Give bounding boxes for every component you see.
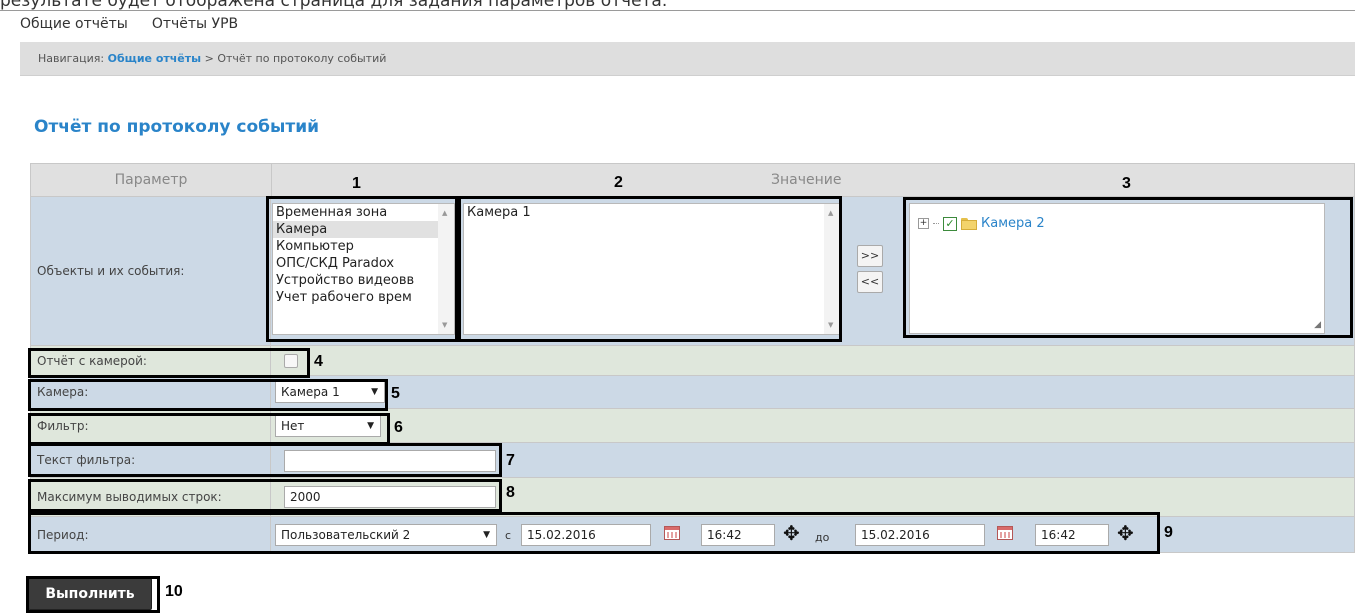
move-right-button[interactable]: >> [857, 245, 883, 267]
checkbox-icon[interactable]: ✓ [943, 216, 957, 231]
dropdown-arrow-icon: ▼ [371, 387, 378, 397]
period-label: Период: [31, 517, 271, 552]
camera-row: Камера: Камера 1 ▼ [30, 376, 1355, 409]
from-time-input[interactable]: 16:42 [701, 524, 775, 546]
list-item[interactable]: Камера 1 [464, 204, 840, 221]
header-value: Значение [771, 172, 842, 188]
filter-select-value: Нет [281, 419, 305, 433]
callout-number: 3 [1122, 175, 1131, 192]
to-label: до [815, 531, 830, 544]
breadcrumb: Навигация: Общие отчёты > Отчёт по прото… [20, 42, 1355, 76]
time-adjust-icon[interactable]: ✥ [783, 523, 800, 543]
breadcrumb-prefix: Навигация: [38, 52, 105, 65]
callout-number: 10 [165, 583, 183, 600]
object-types-list[interactable]: Временная зона Камера Компьютер ОПС/СКД … [272, 203, 455, 335]
tree-connector [933, 222, 939, 225]
camera-label: Камера: [31, 376, 271, 408]
filter-row: Фильтр: Нет ▼ [30, 409, 1355, 443]
with-camera-checkbox[interactable] [284, 354, 298, 368]
filter-select[interactable]: Нет ▼ [275, 415, 381, 437]
objects-label: Объекты и их события: [31, 197, 271, 345]
period-select[interactable]: Пользовательский 2 ▼ [275, 524, 497, 546]
callout-number: 7 [506, 452, 515, 469]
callout-number: 1 [352, 175, 361, 192]
move-left-button[interactable]: << [857, 271, 883, 293]
max-rows-label: Максимум выводимых строк: [31, 478, 271, 516]
from-label: с [505, 529, 512, 542]
page-title: Отчёт по протоколу событий [34, 117, 320, 137]
dropdown-arrow-icon: ▼ [483, 530, 490, 540]
resize-grip-icon[interactable]: ◢ [1314, 320, 1321, 330]
callout-number: 4 [314, 353, 323, 370]
list-scrollbar[interactable]: ▲ ▼ [438, 204, 454, 334]
objects-row: Объекты и их события: Временная зона Кам… [30, 197, 1355, 346]
run-button[interactable]: Выполнить [28, 578, 152, 610]
to-date-input[interactable]: 15.02.2016 [855, 524, 985, 546]
folder-icon [961, 217, 977, 230]
time-adjust-icon[interactable]: ✥ [1117, 523, 1134, 543]
breadcrumb-separator: > [204, 52, 214, 65]
filter-text-row: Текст фильтра: [30, 443, 1355, 478]
callout-number: 6 [394, 419, 403, 436]
selected-objects-tree[interactable]: + ✓ Камера 2 ◢ [909, 203, 1325, 334]
breadcrumb-current: Отчёт по протоколу событий [217, 52, 387, 65]
top-menu: Общие отчёты Отчёты УРВ [20, 10, 238, 38]
max-rows-row: Максимум выводимых строк: 2000 [30, 478, 1355, 517]
list-item[interactable]: Учет рабочего врем [273, 289, 454, 306]
callout-number: 8 [506, 484, 515, 501]
list-item[interactable]: ОПС/СКД Paradox [273, 255, 454, 272]
list-item[interactable]: Временная зона [273, 204, 454, 221]
list-item[interactable]: Компьютер [273, 238, 454, 255]
period-select-value: Пользовательский 2 [281, 528, 411, 542]
table-header: Параметр Значение [30, 163, 1355, 197]
period-row: Период: Пользовательский 2 ▼ с 15.02.2016… [30, 517, 1355, 553]
expand-icon[interactable]: + [918, 218, 929, 229]
filter-text-label: Текст фильтра: [31, 443, 271, 477]
object-instances-list[interactable]: Камера 1 ▲ ▼ [463, 203, 841, 335]
callout-number: 5 [391, 385, 400, 402]
filter-label: Фильтр: [31, 409, 271, 442]
from-date-input[interactable]: 15.02.2016 [521, 524, 651, 546]
menu-item-urv-reports[interactable]: Отчёты УРВ [152, 16, 238, 32]
filter-text-input[interactable] [284, 450, 496, 472]
tree-node[interactable]: + ✓ Камера 2 [918, 216, 1045, 231]
calendar-icon[interactable] [664, 526, 680, 540]
callout-number: 9 [1164, 524, 1173, 541]
menu-item-general-reports[interactable]: Общие отчёты [20, 16, 128, 32]
with-camera-row: Отчёт с камерой: [30, 346, 1355, 376]
header-parameter: Параметр [31, 164, 272, 196]
list-item[interactable]: Устройство видеовв [273, 272, 454, 289]
with-camera-label: Отчёт с камерой: [31, 346, 271, 375]
list-item[interactable]: Камера [273, 221, 454, 238]
callout-number: 2 [614, 174, 623, 191]
tree-node-label[interactable]: Камера 2 [981, 216, 1045, 231]
list-scrollbar[interactable]: ▲ ▼ [824, 204, 840, 334]
camera-select-value: Камера 1 [281, 385, 340, 399]
max-rows-input[interactable]: 2000 [284, 486, 496, 508]
breadcrumb-link-general-reports[interactable]: Общие отчёты [108, 52, 201, 65]
camera-select[interactable]: Камера 1 ▼ [275, 381, 385, 403]
to-time-input[interactable]: 16:42 [1035, 524, 1109, 546]
dropdown-arrow-icon: ▼ [367, 421, 374, 431]
calendar-icon[interactable] [997, 526, 1013, 540]
